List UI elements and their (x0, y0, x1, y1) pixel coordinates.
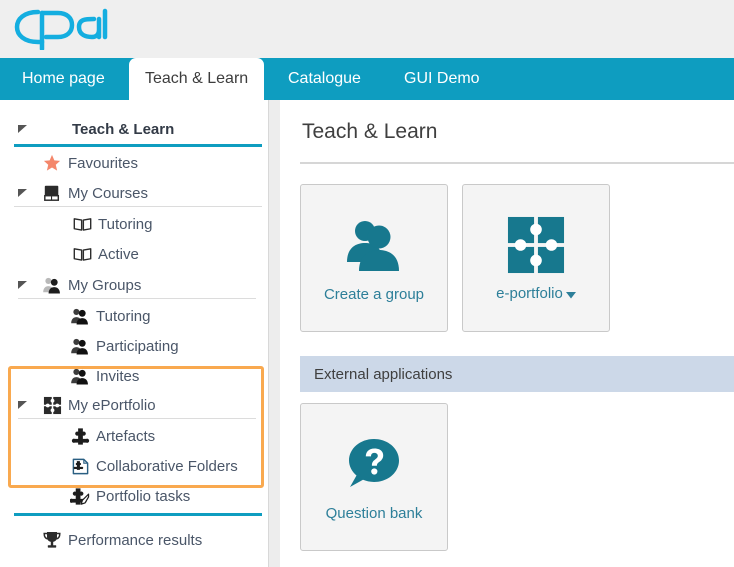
sidebar-label-groups-invites: Invites (96, 367, 140, 385)
puzzle-icon (463, 215, 609, 275)
sidebar-item-favourites[interactable]: Favourites (0, 148, 268, 178)
tile-e-portfolio[interactable]: e-portfolio (462, 184, 610, 332)
sidebar-divider-bottom (14, 513, 262, 516)
tile-create-a-group[interactable]: Create a group (300, 184, 448, 332)
sidebar-item-my-eportfolio[interactable]: My ePortfolio (0, 390, 268, 420)
logo-bar (0, 0, 734, 58)
book-closed-icon (42, 183, 62, 203)
nav-tab-teach-learn[interactable]: Teach & Learn (129, 58, 265, 102)
opal-logo-icon (14, 8, 108, 52)
sidebar-border-line (268, 100, 269, 567)
sidebar-label-courses-tutoring: Tutoring (98, 215, 153, 233)
sidebar-divider-top (14, 144, 262, 147)
tile-question-bank[interactable]: Question bank (300, 403, 448, 551)
sidebar-item-groups-tutoring[interactable]: Tutoring (0, 301, 268, 331)
sidebar-label-my-eportfolio: My ePortfolio (68, 396, 156, 414)
page-title: Teach & Learn (302, 120, 438, 143)
section-header-label: External applications (314, 365, 453, 383)
sidebar-label-courses-active: Active (98, 245, 139, 263)
caret-down-icon[interactable] (18, 188, 28, 198)
sidebar-item-my-courses[interactable]: My Courses (0, 178, 268, 208)
group-icon (42, 275, 62, 295)
sidebar-item-collaborative-folders[interactable]: Collaborative Folders (0, 451, 268, 481)
nav-tab-catalogue[interactable]: Catalogue (272, 58, 377, 100)
sidebar-divider-groups (18, 298, 256, 299)
sidebar-label-artefacts: Artefacts (96, 427, 156, 445)
tile-label-create-a-group: Create a group (323, 286, 425, 303)
sidebar-divider-courses (14, 206, 262, 207)
sidebar: Teach & Learn Favourites My Courses Tuto… (0, 100, 268, 567)
puzzle-pencil-icon (70, 486, 90, 506)
sidebar-label-teach-learn: Teach & Learn (72, 120, 175, 138)
trophy-icon (42, 530, 62, 550)
sidebar-label-favourites: Favourites (68, 154, 139, 172)
tile-label-question-bank: Question bank (325, 505, 423, 522)
book-open-icon (72, 214, 92, 234)
section-header-external-applications: External applications (300, 356, 734, 392)
main-nav-bar: Home page Teach & Learn Catalogue GUI De… (0, 58, 734, 102)
page-title-rule (300, 162, 734, 164)
chevron-down-icon[interactable] (565, 286, 576, 303)
main-content: Teach & Learn Create a group e-portfolio… (280, 100, 734, 567)
sidebar-item-groups-invites[interactable]: Invites (0, 361, 268, 391)
sidebar-label-collaborative-folders: Collaborative Folders (96, 457, 238, 475)
sidebar-label-groups-tutoring: Tutoring (96, 307, 151, 325)
opal-logo[interactable] (12, 6, 108, 52)
sidebar-item-courses-tutoring[interactable]: Tutoring (0, 209, 268, 239)
nav-tab-home-page[interactable]: Home page (6, 58, 121, 100)
group-icon (70, 366, 90, 386)
sidebar-item-my-groups[interactable]: My Groups (0, 270, 268, 300)
sidebar-label-portfolio-tasks: Portfolio tasks (96, 487, 191, 505)
sidebar-divider-eportfolio (18, 418, 256, 419)
group-icon (70, 336, 90, 356)
star-icon (42, 153, 62, 173)
sidebar-label-my-groups: My Groups (68, 276, 142, 294)
puzzle-piece-icon (70, 426, 90, 446)
tile-label-text-e-portfolio: e-portfolio (496, 285, 563, 303)
sidebar-item-portfolio-tasks[interactable]: Portfolio tasks (0, 481, 268, 511)
sidebar-item-courses-active[interactable]: Active (0, 239, 268, 269)
tile-label-e-portfolio: e-portfolio (463, 285, 609, 303)
nav-tab-gui-demo[interactable]: GUI Demo (388, 58, 496, 100)
sidebar-label-groups-participating: Participating (96, 337, 179, 355)
caret-down-icon[interactable] (18, 400, 28, 410)
sidebar-item-groups-participating[interactable]: Participating (0, 331, 268, 361)
two-people-icon (301, 215, 447, 275)
sidebar-item-performance-results[interactable]: Performance results (0, 525, 268, 555)
folder-puzzle-icon (70, 456, 90, 476)
sidebar-main-separator (268, 100, 280, 567)
caret-down-icon[interactable] (18, 280, 28, 290)
puzzle-icon (42, 395, 62, 415)
sidebar-label-my-courses: My Courses (68, 184, 149, 202)
book-open-icon (72, 244, 92, 264)
group-icon (70, 306, 90, 326)
question-bubble-icon (301, 434, 447, 494)
sidebar-label-performance-results: Performance results (68, 531, 203, 549)
sidebar-item-artefacts[interactable]: Artefacts (0, 421, 268, 451)
caret-down-icon[interactable] (18, 124, 28, 134)
sidebar-item-teach-learn[interactable]: Teach & Learn (0, 114, 268, 144)
